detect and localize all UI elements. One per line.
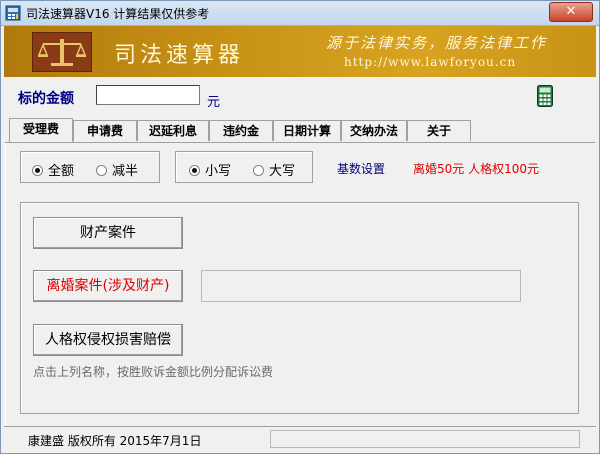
hint-text: 点击上列名称，按胜败诉金额比例分配诉讼费 [33,365,274,379]
radio-uppercase[interactable]: 大写 [253,160,295,179]
tab-payment-method[interactable]: 交纳办法 [341,120,407,141]
calculator-icon[interactable] [537,85,553,107]
amount-unit: 元 [207,95,221,110]
tab-date-calc[interactable]: 日期计算 [273,120,341,141]
tab-late-interest[interactable]: 迟延利息 [137,120,209,141]
status-field [270,430,580,448]
tab-about[interactable]: 关于 [407,120,471,141]
tab-application-fee[interactable]: 申请费 [73,120,137,141]
brand-title: 司法速算器 [114,43,245,68]
window-title: 司法速算器V16 计算结果仅供参考 [26,7,210,21]
radio-lowercase[interactable]: 小写 [189,160,231,179]
banner: 司法速算器 源于法律实务，服务法律工作 http://www.lawforyou… [4,26,596,77]
scales-logo [32,32,92,72]
website-url: http://www.lawforyou.cn [344,55,517,69]
personality-case-button[interactable]: 人格权侵权损害赔偿 [33,324,183,356]
app-icon [5,5,21,21]
property-case-button[interactable]: 财产案件 [33,217,183,249]
radio-full[interactable]: 全额 [32,160,74,179]
divorce-case-button[interactable]: 离婚案件(涉及财产) [33,270,183,302]
radio-dot-uppercase [253,165,264,176]
amount-label: 标的金额 [18,91,74,107]
radio-dot-lowercase [189,165,200,176]
status-bar: 康建盛 版权所有 2015年7月1日 [4,426,596,451]
slogan: 源于法律实务，服务法律工作 [326,34,548,52]
title-bar[interactable]: 司法速算器V16 计算结果仅供参考 ✕ [1,1,599,26]
result-field [201,270,521,302]
scales-icon [33,33,91,71]
radio-dot-full [32,165,43,176]
fee-note: 离婚50元 人格权100元 [413,162,539,176]
tab-strip: 受理费 申请费 迟延利息 违约金 日期计算 交纳办法 关于 [5,118,597,142]
amount-input[interactable] [96,85,200,105]
radio-half[interactable]: 减半 [96,160,138,179]
close-button[interactable]: ✕ [549,2,593,22]
tab-acceptance-fee[interactable]: 受理费 [9,118,73,142]
case-mode-group: 小写 大写 [175,151,313,183]
copyright-text: 康建盛 版权所有 2015年7月1日 [28,434,202,448]
tab-penalty[interactable]: 违约金 [209,120,273,141]
app-window: 司法速算器V16 计算结果仅供参考 ✕ 司法速算器 源于法律实务，服务法律工作 … [0,0,600,454]
fee-mode-group: 全额 减半 [20,151,160,183]
radio-dot-half [96,165,107,176]
base-settings-link[interactable]: 基数设置 [337,160,385,177]
